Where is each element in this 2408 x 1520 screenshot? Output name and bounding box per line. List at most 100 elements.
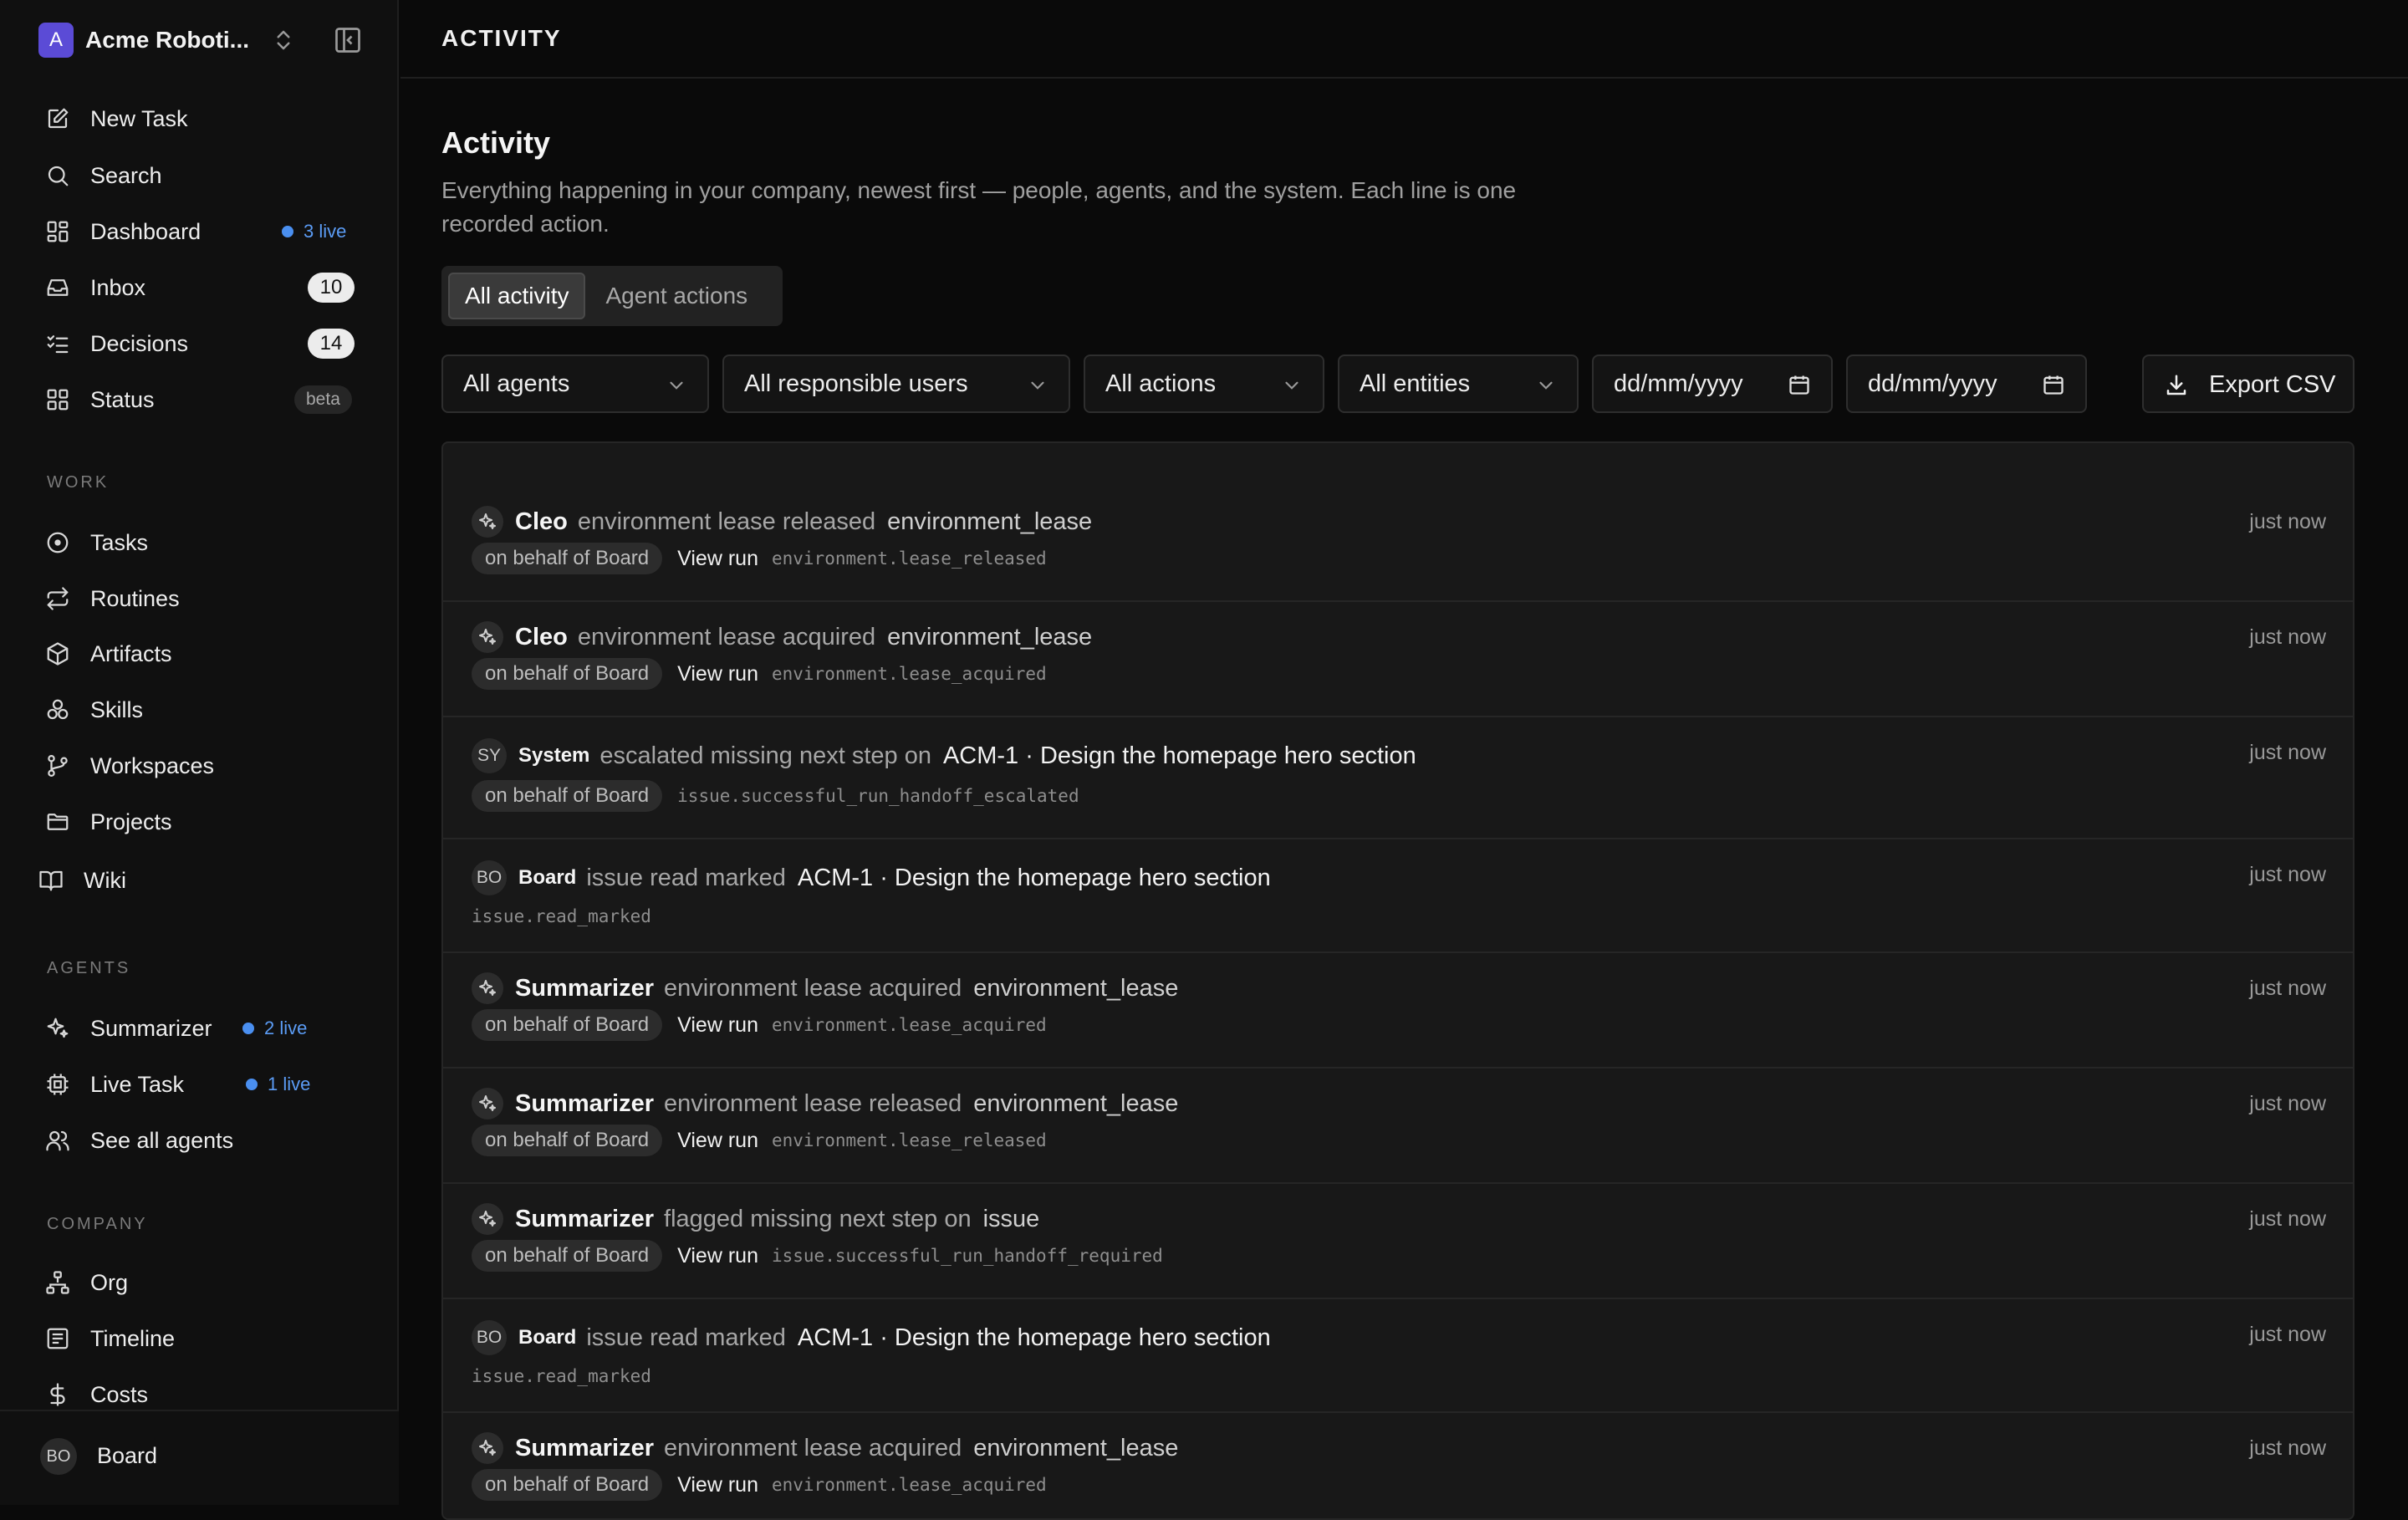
view-run-link[interactable]: View run [677,1129,758,1153]
user-menu[interactable]: BO Board [0,1410,399,1505]
activity-row[interactable]: Summarizer environment lease acquired en… [443,1413,2353,1518]
view-run-link[interactable]: View run [677,1013,758,1038]
sidebar-collapse-icon[interactable] [333,25,363,55]
workspace-switcher[interactable]: A Acme Roboti... [38,22,373,59]
live-badge: 2 live [242,1018,307,1039]
actor-name[interactable]: Cleo [515,508,568,536]
actions-filter-select[interactable]: All actions [1084,354,1324,413]
entity-link[interactable]: issue [983,1206,1040,1233]
row-meta: on behalf of Board View run environment.… [472,1008,1047,1042]
section-label-company: COMPANY [47,1215,148,1233]
entity-link[interactable]: environment_lease [887,624,1092,651]
nav-routines[interactable]: Routines [43,577,361,620]
book-open-icon [37,866,65,895]
nav-timeline[interactable]: Timeline [43,1317,361,1360]
activity-row[interactable]: Cleo environment lease released environm… [443,487,2353,602]
nav-agent-summarizer[interactable]: Summarizer 2 live [43,1007,361,1050]
activity-row[interactable]: Summarizer environment lease acquired en… [443,953,2353,1069]
timestamp: just now [2249,977,2326,1000]
entity-link[interactable]: ACM-1 · Design the homepage hero section [798,865,1271,892]
actor-name[interactable]: Summarizer [515,1090,654,1118]
nav-skills[interactable]: Skills [43,688,361,732]
activity-row[interactable]: Cleo environment lease acquired environm… [443,602,2353,717]
actor-name[interactable]: Summarizer [515,1206,654,1233]
action-text: environment lease acquired [577,623,876,650]
action-code: issue.read_marked [472,906,651,926]
activity-row[interactable]: Summarizer flagged missing next step on … [443,1184,2353,1299]
entity-link[interactable]: ACM-1 · Design the homepage hero section [943,742,1416,770]
date-from-input[interactable]: dd/mm/yyyy [1592,354,1833,413]
actor-name[interactable]: System [518,744,589,768]
export-csv-button[interactable]: Export CSV [2142,354,2354,413]
timestamp: just now [2249,1436,2326,1460]
entity-link[interactable]: environment_lease [973,1090,1178,1118]
action-text: escalated missing next step on [599,742,931,769]
entity-link[interactable]: environment_lease [973,1435,1178,1462]
actor-name[interactable]: Board [518,1326,576,1349]
view-run-link[interactable]: View run [677,662,758,686]
activity-row[interactable]: BO Board issue read marked ACM-1 · Desig… [443,1299,2353,1413]
view-run-link[interactable]: View run [677,1473,758,1497]
actor-name[interactable]: Board [518,866,576,890]
section-label-agents: AGENTS [47,959,131,977]
actor-name[interactable]: Summarizer [515,1435,654,1462]
activity-row[interactable]: BO Board issue read marked ACM-1 · Desig… [443,839,2353,953]
nav-inbox[interactable]: Inbox 10 [43,266,361,309]
calendar-icon[interactable] [2042,373,2065,396]
filter-value: All actions [1105,370,1217,397]
row-meta: on behalf of Board issue.successful_run_… [472,779,1079,813]
calendar-icon[interactable] [1788,373,1811,396]
nav-decisions[interactable]: Decisions 14 [43,322,361,365]
topbar-title: ACTIVITY [441,25,562,51]
nav-new-task[interactable]: New Task [43,97,361,140]
inbox-icon [43,273,72,302]
agents-filter-select[interactable]: All agents [441,354,709,413]
activity-tabs: All activity Agent actions [441,266,783,326]
nav-label: Timeline [90,1325,176,1351]
decisions-count-badge: 14 [308,329,355,359]
behalf-badge: on behalf of Board [472,780,663,812]
behalf-badge: on behalf of Board [472,1469,663,1501]
responsible-users-filter-select[interactable]: All responsible users [722,354,1070,413]
nav-dashboard[interactable]: Dashboard 3 live [43,210,361,253]
actor-name[interactable]: Summarizer [515,975,654,1002]
folder-icon [43,808,72,836]
nav-projects[interactable]: Projects [43,800,361,844]
nav-org[interactable]: Org [43,1261,361,1304]
nav-label: Inbox [90,274,146,300]
nav-see-all-agents[interactable]: See all agents [43,1119,361,1162]
export-label: Export CSV [2209,371,2336,398]
nav-label: Routines [90,585,180,611]
view-run-link[interactable]: View run [677,1244,758,1268]
actor-name[interactable]: Cleo [515,624,568,651]
nav-agent-live-task[interactable]: Live Task 1 live [43,1063,361,1106]
activity-row[interactable]: Summarizer environment lease released en… [443,1069,2353,1184]
action-code: issue.successful_run_handoff_escalated [677,786,1079,806]
boxes-icon [43,696,72,724]
nav-status[interactable]: Status beta [43,378,361,421]
package-icon [43,640,72,668]
view-run-link[interactable]: View run [677,547,758,571]
activity-row[interactable]: SY System escalated missing next step on… [443,717,2353,839]
entity-link[interactable]: environment_lease [973,975,1178,1002]
entity-link[interactable]: ACM-1 · Design the homepage hero section [798,1324,1271,1352]
topbar: ACTIVITY [400,0,2408,79]
live-count: 1 live [268,1074,311,1094]
nav-label: Costs [90,1381,149,1407]
action-code: issue.successful_run_handoff_required [771,1246,1163,1266]
nav-tasks[interactable]: Tasks [43,521,361,564]
tab-all-activity[interactable]: All activity [448,273,586,319]
nav-artifacts[interactable]: Artifacts [43,632,361,676]
live-dot [282,226,293,237]
behalf-badge: on behalf of Board [472,658,663,690]
row-header: Summarizer environment lease released en… [472,1087,1178,1120]
tab-agent-actions[interactable]: Agent actions [590,273,763,319]
date-to-input[interactable]: dd/mm/yyyy [1846,354,2087,413]
nav-search[interactable]: Search [43,154,361,197]
entities-filter-select[interactable]: All entities [1338,354,1579,413]
entity-link[interactable]: environment_lease [887,508,1092,536]
nav-label: Projects [90,808,172,834]
nav-wiki[interactable]: Wiki [37,859,355,902]
nav-workspaces[interactable]: Workspaces [43,744,361,788]
download-icon [2166,375,2186,395]
